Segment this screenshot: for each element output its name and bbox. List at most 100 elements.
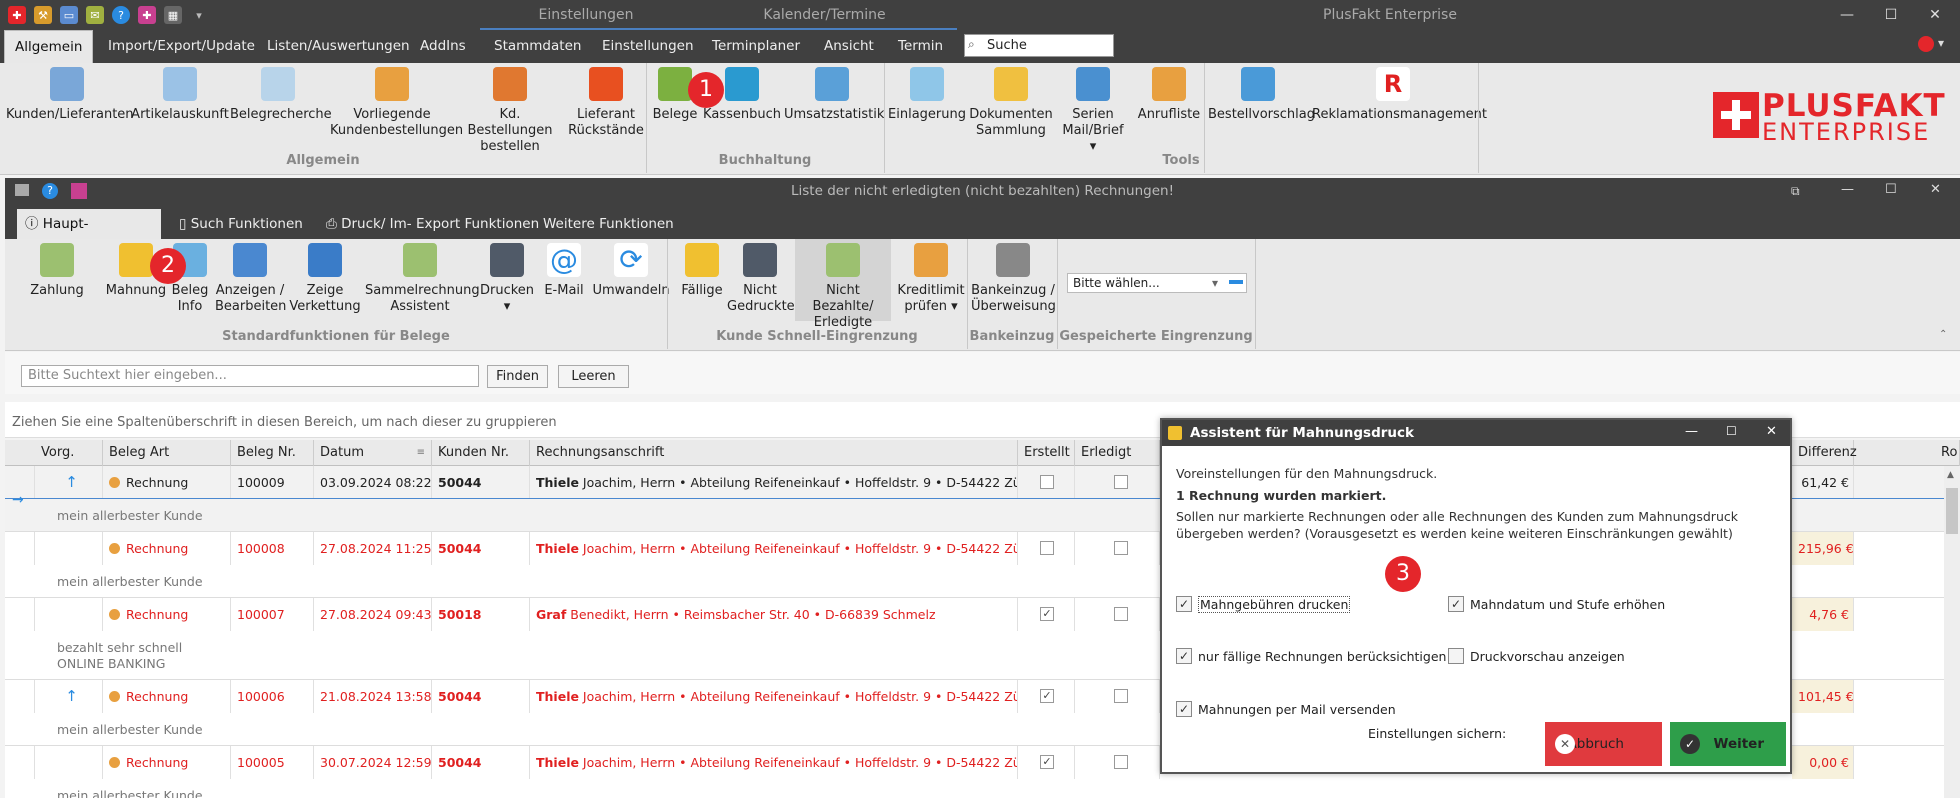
monitor-icon[interactable]: ▭ [60, 6, 78, 24]
tab-ansicht[interactable]: Ansicht [814, 30, 884, 63]
faellige-rechnungen-checkbox[interactable]: ✓ [1176, 648, 1192, 664]
tab-listen[interactable]: Listen/Auswertungen [257, 30, 420, 63]
tab-import-export[interactable]: Import/Export/Update [98, 30, 265, 63]
druckvorschau-checkbox[interactable] [1448, 648, 1464, 664]
medical-icon[interactable]: ✚ [138, 6, 156, 24]
lieferant-rueckstaende-button[interactable]: Lieferant Rückstände [566, 67, 646, 139]
kundenbestellungen-button[interactable]: Vorliegende Kundenbestellungen [330, 67, 463, 139]
zahlung-button[interactable]: Zahlung [23, 243, 91, 299]
col-datum[interactable]: Datum ≡ [314, 440, 432, 466]
zeige-verkettung-button[interactable]: Zeige Verkettung [288, 243, 362, 315]
col-erstellt[interactable]: Erstellt [1018, 440, 1075, 466]
restore-icon[interactable]: ⧉ [1791, 184, 1800, 199]
calendar-icon[interactable]: ▦ [164, 6, 182, 24]
erledigt-checkbox[interactable] [1114, 475, 1128, 489]
user-tools-icon[interactable]: ⚒ [34, 6, 52, 24]
dialog-maximize-button[interactable]: ☐ [1726, 424, 1737, 438]
saved-filter-dropdown[interactable]: Bitte wählen... ▾ [1067, 273, 1247, 293]
erstellt-checkbox[interactable]: ✓ [1040, 755, 1054, 769]
sammelrechnung-button[interactable]: Sammelrechnung Assistent [365, 243, 480, 315]
erstellt-checkbox[interactable] [1040, 541, 1054, 555]
weiter-button[interactable]: ✓ Weiter [1670, 722, 1786, 766]
erledigt-checkbox[interactable] [1114, 755, 1128, 769]
umwandeln-button[interactable]: ⟳ Umwandeln [591, 243, 671, 299]
app-logo-icon[interactable]: ✚ [8, 6, 26, 24]
col-differenz[interactable]: Differenz [1792, 440, 1857, 466]
anrufliste-button[interactable]: Anrufliste [1134, 67, 1204, 123]
anzeigen-bearbeiten-button[interactable]: Anzeigen / Bearbeiten [215, 243, 286, 315]
col-beleg-nr[interactable]: Beleg Nr. [231, 440, 314, 466]
serien-mail-button[interactable]: Serien Mail/Brief ▾ [1060, 67, 1126, 155]
erstellt-checkbox[interactable]: ✓ [1040, 607, 1054, 621]
kd-bestellungen-button[interactable]: Kd. Bestellungen bestellen [456, 67, 564, 155]
erstellt-checkbox[interactable]: ✓ [1040, 689, 1054, 703]
context-tab-einstellungen[interactable]: Einstellungen [480, 0, 692, 30]
erledigt-checkbox[interactable] [1114, 607, 1128, 621]
mahndatum-label[interactable]: Mahndatum und Stufe erhöhen [1470, 597, 1665, 612]
expand-icon[interactable]: + [5, 746, 35, 779]
tab-allgemein[interactable]: Allgemein [4, 30, 94, 63]
bankeinzug-button[interactable]: Bankeinzug / Überweisung [971, 243, 1056, 315]
artikelauskunft-button[interactable]: Artikelauskunft [130, 67, 230, 123]
expand-icon[interactable]: + [5, 680, 35, 713]
umsatzstatistik-button[interactable]: Umsatzstatistik [784, 67, 884, 123]
finden-button[interactable]: Finden [487, 365, 548, 388]
col-kunden-nr[interactable]: Kunden Nr. [432, 440, 530, 466]
erledigt-checkbox[interactable] [1114, 541, 1128, 555]
chat-icon[interactable]: ✉ [86, 6, 104, 24]
email-button[interactable]: @ E-Mail [539, 243, 589, 299]
dialog-minimize-button[interactable]: — [1685, 424, 1698, 439]
tab-haupt-funktionen[interactable]: ⓘ Haupt-Funktionen [17, 209, 161, 262]
quick-access-dropdown-icon[interactable]: ▾ [190, 6, 208, 24]
col-beleg-art[interactable]: Beleg Art [103, 440, 231, 466]
kreditlimit-button[interactable]: Kreditlimit prüfen ▾ [893, 243, 969, 315]
mail-versand-checkbox[interactable]: ✓ [1176, 701, 1192, 717]
leeren-button[interactable]: Leeren [558, 365, 629, 388]
nicht-bezahlte-button[interactable]: Nicht Bezahlte/ Erledigte [795, 239, 891, 330]
col-vorg[interactable]: Vorg. [35, 440, 103, 466]
help-icon[interactable]: ? [112, 6, 130, 24]
mail-versand-label[interactable]: Mahnungen per Mail versenden [1198, 702, 1396, 717]
nicht-gedruckte-button[interactable]: Nicht Gedruckte [727, 243, 795, 315]
close-button[interactable]: ✕ [1913, 0, 1957, 30]
druckvorschau-label[interactable]: Druckvorschau anzeigen [1470, 649, 1625, 664]
grid-search-input[interactable]: Bitte Suchtext hier eingeben... [21, 365, 479, 387]
search-input[interactable]: Suche [964, 34, 1114, 57]
minimize-button[interactable]: — [1825, 0, 1869, 30]
mahngebuehren-checkbox[interactable]: ✓ [1176, 596, 1192, 612]
mahndatum-checkbox[interactable]: ✓ [1448, 596, 1464, 612]
context-tab-kalender[interactable]: Kalender/Termine [692, 0, 957, 30]
filter-icon[interactable]: ≡ [417, 440, 425, 466]
erledigt-checkbox[interactable] [1114, 689, 1128, 703]
bestellvorschlag-button[interactable]: Bestellvorschlag [1208, 67, 1315, 123]
scrollbar-thumb[interactable] [1946, 488, 1958, 534]
erstellt-checkbox[interactable] [1040, 475, 1054, 489]
close-button[interactable]: ✕ [1930, 182, 1941, 197]
faellige-rechnungen-label[interactable]: nur fällige Rechnungen berücksichtigen [1198, 649, 1446, 664]
col-ro[interactable]: Ro [1935, 440, 1960, 466]
user-status-icon[interactable] [1918, 36, 1934, 52]
tab-terminplaner[interactable]: Terminplaner [702, 30, 810, 63]
maximize-button[interactable]: ☐ [1885, 182, 1897, 197]
dialog-close-button[interactable]: ✕ [1766, 424, 1777, 439]
collapse-ribbon-icon[interactable]: ⌃ [1939, 329, 1947, 340]
reklamationsmanagement-button[interactable]: R Reklamationsmanagement [1312, 67, 1487, 123]
dokumenten-sammlung-button[interactable]: Dokumenten Sammlung [968, 67, 1054, 139]
tab-stammdaten[interactable]: Stammdaten [484, 30, 591, 63]
scroll-up-icon[interactable]: ▲ [1947, 470, 1954, 480]
tab-weitere-funktionen[interactable]: Weitere Funktionen [535, 209, 682, 239]
expand-icon[interactable]: + [5, 532, 35, 565]
minimize-button[interactable]: — [1841, 182, 1854, 197]
tab-addins[interactable]: AddIns [410, 30, 476, 63]
user-dropdown-icon[interactable]: ▾ [1938, 36, 1944, 50]
minus-icon[interactable] [1229, 280, 1243, 284]
drucken-button[interactable]: Drucken ▾ [477, 243, 537, 315]
vertical-scrollbar[interactable]: ▲ [1944, 466, 1960, 798]
tab-termin[interactable]: Termin [888, 30, 953, 63]
tab-such-funktionen[interactable]: ▯ Such Funktionen [171, 209, 311, 239]
maximize-button[interactable]: ☐ [1869, 0, 1913, 30]
belegrecherche-button[interactable]: Belegrecherche [230, 67, 332, 123]
col-rechnungsanschrift[interactable]: Rechnungsanschrift [530, 440, 1018, 466]
einlagerung-button[interactable]: Einlagerung [888, 67, 966, 123]
kunden-lieferanten-button[interactable]: Kunden/Lieferanten [6, 67, 134, 123]
